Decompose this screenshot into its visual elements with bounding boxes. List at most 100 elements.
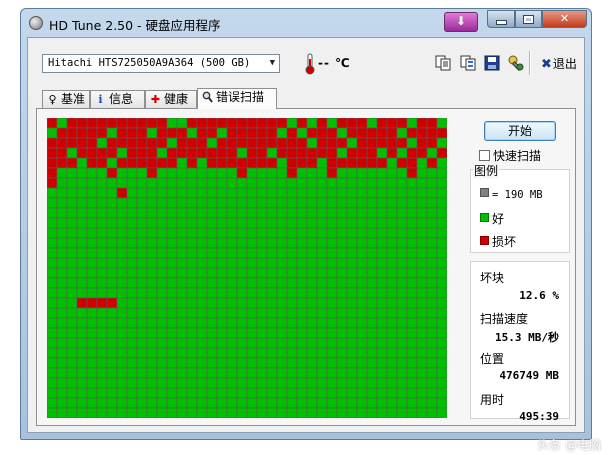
maximize-button[interactable] xyxy=(515,10,542,28)
block-good xyxy=(276,397,288,409)
title-bar[interactable]: HD Tune 2.50 - 硬盘应用程序 ⬇ ✕ xyxy=(21,9,591,37)
block-bad xyxy=(286,157,298,169)
block-good xyxy=(66,377,78,389)
block-good xyxy=(326,357,338,369)
block-good xyxy=(336,357,348,369)
block-good xyxy=(66,247,78,259)
block-good xyxy=(156,147,168,159)
block-bad xyxy=(276,118,288,129)
block-good xyxy=(206,257,218,269)
block-good xyxy=(206,367,218,379)
block-good xyxy=(306,137,318,149)
block-good xyxy=(256,337,268,349)
block-good xyxy=(346,277,358,289)
block-good xyxy=(406,297,418,309)
block-good xyxy=(196,227,208,239)
block-good xyxy=(376,347,388,359)
exit-button[interactable]: ✖退出 xyxy=(541,55,577,72)
quick-scan-box[interactable] xyxy=(479,150,490,161)
block-good xyxy=(366,327,378,339)
hd-tune-app-icon xyxy=(29,16,43,30)
block-good xyxy=(396,147,408,159)
block-bad xyxy=(186,137,198,149)
block-good xyxy=(346,257,358,269)
block-good xyxy=(206,397,218,409)
tab-health[interactable]: ✚ 健康 xyxy=(145,90,197,108)
block-good xyxy=(286,327,298,339)
save-icon[interactable] xyxy=(483,54,501,72)
block-good xyxy=(226,197,238,209)
close-button[interactable]: ✕ xyxy=(542,10,587,28)
block-bad xyxy=(386,118,398,129)
block-good xyxy=(396,257,408,269)
tab-error-scan[interactable]: 错误扫描 xyxy=(197,88,277,109)
block-good xyxy=(126,277,138,289)
block-bad xyxy=(386,147,398,159)
block-good xyxy=(306,357,318,369)
minimize-button[interactable] xyxy=(487,10,515,28)
tab-info[interactable]: i 信息 xyxy=(90,90,145,108)
elapsed-label: 用时 xyxy=(480,393,505,407)
copy-icon[interactable] xyxy=(434,54,452,72)
block-good xyxy=(426,167,438,179)
block-good xyxy=(216,407,228,418)
block-good xyxy=(146,307,158,319)
block-good xyxy=(366,297,378,309)
block-good xyxy=(96,347,108,359)
tab-benchmark-label: 基准 xyxy=(61,92,86,106)
exit-x-icon: ✖ xyxy=(541,57,552,72)
block-good xyxy=(436,347,447,359)
block-good xyxy=(156,297,168,309)
block-good xyxy=(396,127,408,139)
block-good xyxy=(406,207,418,219)
block-good xyxy=(226,237,238,249)
block-good xyxy=(366,247,378,259)
block-good xyxy=(196,187,208,199)
block-good xyxy=(396,397,408,409)
block-bad xyxy=(86,157,98,169)
block-bad xyxy=(296,137,308,149)
block-good xyxy=(266,367,278,379)
block-good xyxy=(176,167,188,179)
block-good xyxy=(206,187,218,199)
block-good xyxy=(76,357,88,369)
block-good xyxy=(296,307,308,319)
block-good xyxy=(156,267,168,279)
block-good xyxy=(316,187,328,199)
block-good xyxy=(356,317,368,329)
block-good xyxy=(166,267,178,279)
block-bad xyxy=(206,147,218,159)
block-good xyxy=(166,357,178,369)
block-good xyxy=(246,397,258,409)
block-good xyxy=(196,367,208,379)
block-good xyxy=(316,357,328,369)
block-good xyxy=(376,327,388,339)
block-good xyxy=(96,137,108,149)
block-good xyxy=(396,247,408,259)
drive-select[interactable]: Hitachi HTS725050A9A364 (500 GB) ▼ xyxy=(42,54,280,73)
block-good xyxy=(386,287,398,299)
block-good xyxy=(236,407,248,418)
block-good xyxy=(156,387,168,399)
tab-benchmark[interactable]: ♀ 基准 xyxy=(42,90,90,108)
chevron-down-icon[interactable]: ▼ xyxy=(270,55,275,72)
options-wrench-icon[interactable] xyxy=(507,54,525,72)
block-bad xyxy=(266,157,278,169)
block-good xyxy=(356,267,368,279)
block-good xyxy=(286,207,298,219)
block-good xyxy=(256,407,268,418)
block-bad xyxy=(226,127,238,139)
tab-info-label: 信息 xyxy=(109,92,134,106)
block-bad xyxy=(226,157,238,169)
copy-all-icon[interactable] xyxy=(459,54,477,72)
block-good xyxy=(286,307,298,319)
block-good xyxy=(246,227,258,239)
block-good xyxy=(56,177,68,189)
block-good xyxy=(306,207,318,219)
block-good xyxy=(226,277,238,289)
block-good xyxy=(316,207,328,219)
download-tray-icon[interactable]: ⬇ xyxy=(444,12,478,32)
block-good xyxy=(206,327,218,339)
start-button[interactable]: 开始 xyxy=(484,121,556,141)
block-good xyxy=(386,197,398,209)
